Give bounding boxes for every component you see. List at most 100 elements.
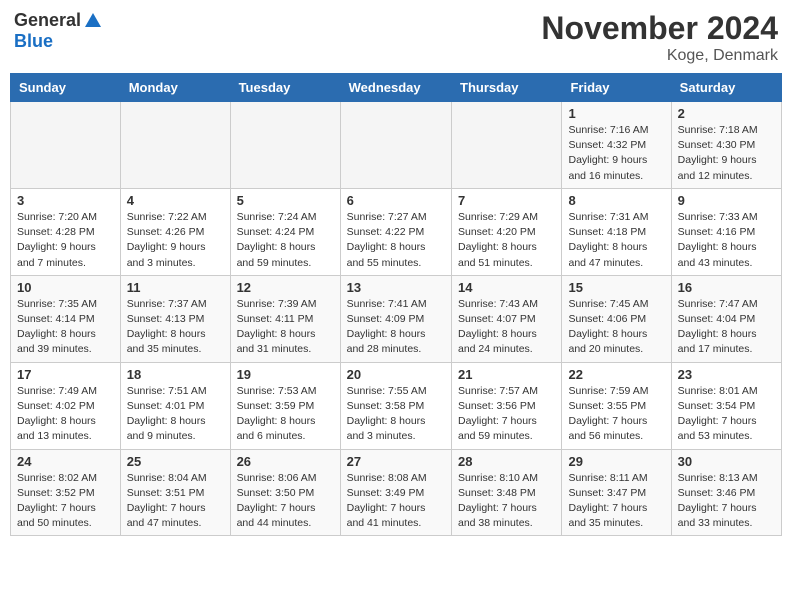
day-number: 7 <box>458 193 555 208</box>
day-info: Sunrise: 7:20 AMSunset: 4:28 PMDaylight:… <box>17 210 114 271</box>
logo-icon <box>83 11 103 31</box>
day-number: 29 <box>568 454 664 469</box>
day-number: 15 <box>568 280 664 295</box>
calendar-week-row: 17 Sunrise: 7:49 AMSunset: 4:02 PMDayligh… <box>11 362 782 449</box>
calendar-day-cell: 14 Sunrise: 7:43 AMSunset: 4:07 PMDayligh… <box>452 275 562 362</box>
calendar-day-cell: 6 Sunrise: 7:27 AMSunset: 4:22 PMDaylight… <box>340 188 451 275</box>
day-info: Sunrise: 7:16 AMSunset: 4:32 PMDaylight:… <box>568 123 664 184</box>
day-info: Sunrise: 8:11 AMSunset: 3:47 PMDaylight:… <box>568 471 664 532</box>
calendar-day-cell: 8 Sunrise: 7:31 AMSunset: 4:18 PMDaylight… <box>562 188 671 275</box>
logo-blue-text: Blue <box>14 31 53 52</box>
day-info: Sunrise: 7:43 AMSunset: 4:07 PMDaylight:… <box>458 297 555 358</box>
day-number: 17 <box>17 367 114 382</box>
day-info: Sunrise: 7:33 AMSunset: 4:16 PMDaylight:… <box>678 210 775 271</box>
day-info: Sunrise: 7:29 AMSunset: 4:20 PMDaylight:… <box>458 210 555 271</box>
day-info: Sunrise: 7:55 AMSunset: 3:58 PMDaylight:… <box>347 384 445 445</box>
day-info: Sunrise: 7:31 AMSunset: 4:18 PMDaylight:… <box>568 210 664 271</box>
calendar-day-cell: 4 Sunrise: 7:22 AMSunset: 4:26 PMDaylight… <box>120 188 230 275</box>
day-info: Sunrise: 8:08 AMSunset: 3:49 PMDaylight:… <box>347 471 445 532</box>
day-info: Sunrise: 8:02 AMSunset: 3:52 PMDaylight:… <box>17 471 114 532</box>
day-info: Sunrise: 7:22 AMSunset: 4:26 PMDaylight:… <box>127 210 224 271</box>
day-number: 5 <box>237 193 334 208</box>
calendar-day-cell: 20 Sunrise: 7:55 AMSunset: 3:58 PMDayligh… <box>340 362 451 449</box>
day-of-week-header: Friday <box>562 74 671 102</box>
calendar-day-cell: 3 Sunrise: 7:20 AMSunset: 4:28 PMDaylight… <box>11 188 121 275</box>
day-info: Sunrise: 7:57 AMSunset: 3:56 PMDaylight:… <box>458 384 555 445</box>
day-number: 21 <box>458 367 555 382</box>
calendar-day-cell: 2Sunrise: 7:18 AMSunset: 4:30 PMDaylight… <box>671 102 781 189</box>
header: General Blue November 2024 Koge, Denmark <box>10 10 782 65</box>
calendar-day-cell: 29 Sunrise: 8:11 AMSunset: 3:47 PMDayligh… <box>562 449 671 536</box>
calendar-day-cell: 23 Sunrise: 8:01 AMSunset: 3:54 PMDayligh… <box>671 362 781 449</box>
day-number: 30 <box>678 454 775 469</box>
day-info: Sunrise: 7:49 AMSunset: 4:02 PMDaylight:… <box>17 384 114 445</box>
day-number: 14 <box>458 280 555 295</box>
day-info: Sunrise: 8:13 AMSunset: 3:46 PMDaylight:… <box>678 471 775 532</box>
day-of-week-header: Tuesday <box>230 74 340 102</box>
calendar-day-cell: 11 Sunrise: 7:37 AMSunset: 4:13 PMDayligh… <box>120 275 230 362</box>
calendar-day-cell: 17 Sunrise: 7:49 AMSunset: 4:02 PMDayligh… <box>11 362 121 449</box>
day-number: 28 <box>458 454 555 469</box>
day-info: Sunrise: 7:24 AMSunset: 4:24 PMDaylight:… <box>237 210 334 271</box>
calendar-day-cell: 26Sunrise: 8:06 AMSunset: 3:50 PMDayligh… <box>230 449 340 536</box>
day-info: Sunrise: 7:37 AMSunset: 4:13 PMDaylight:… <box>127 297 224 358</box>
day-number: 10 <box>17 280 114 295</box>
day-number: 4 <box>127 193 224 208</box>
day-number: 2 <box>678 106 775 121</box>
day-number: 20 <box>347 367 445 382</box>
day-info: Sunrise: 8:01 AMSunset: 3:54 PMDaylight:… <box>678 384 775 445</box>
calendar-week-row: 1Sunrise: 7:16 AMSunset: 4:32 PMDaylight… <box>11 102 782 189</box>
calendar-day-cell: 7 Sunrise: 7:29 AMSunset: 4:20 PMDaylight… <box>452 188 562 275</box>
day-of-week-header: Monday <box>120 74 230 102</box>
day-info: Sunrise: 8:10 AMSunset: 3:48 PMDaylight:… <box>458 471 555 532</box>
day-number: 6 <box>347 193 445 208</box>
day-number: 11 <box>127 280 224 295</box>
location-title: Koge, Denmark <box>541 47 778 65</box>
calendar-day-cell: 9Sunrise: 7:33 AMSunset: 4:16 PMDaylight… <box>671 188 781 275</box>
calendar-day-cell: 19 Sunrise: 7:53 AMSunset: 3:59 PMDayligh… <box>230 362 340 449</box>
day-number: 25 <box>127 454 224 469</box>
day-number: 23 <box>678 367 775 382</box>
day-number: 8 <box>568 193 664 208</box>
calendar-day-cell: 24 Sunrise: 8:02 AMSunset: 3:52 PMDayligh… <box>11 449 121 536</box>
day-info: Sunrise: 7:51 AMSunset: 4:01 PMDaylight:… <box>127 384 224 445</box>
day-of-week-header: Thursday <box>452 74 562 102</box>
day-of-week-header: Wednesday <box>340 74 451 102</box>
calendar-day-cell: 21 Sunrise: 7:57 AMSunset: 3:56 PMDayligh… <box>452 362 562 449</box>
day-of-week-header: Saturday <box>671 74 781 102</box>
day-info: Sunrise: 7:27 AMSunset: 4:22 PMDaylight:… <box>347 210 445 271</box>
calendar-day-cell: 1Sunrise: 7:16 AMSunset: 4:32 PMDaylight… <box>562 102 671 189</box>
calendar-table: SundayMondayTuesdayWednesdayThursdayFrid… <box>10 73 782 536</box>
calendar-day-cell: 10 Sunrise: 7:35 AMSunset: 4:14 PMDayligh… <box>11 275 121 362</box>
day-info: Sunrise: 7:35 AMSunset: 4:14 PMDaylight:… <box>17 297 114 358</box>
calendar-week-row: 3 Sunrise: 7:20 AMSunset: 4:28 PMDaylight… <box>11 188 782 275</box>
day-info: Sunrise: 7:53 AMSunset: 3:59 PMDaylight:… <box>237 384 334 445</box>
logo-general-text: General <box>14 10 81 31</box>
calendar-day-cell <box>340 102 451 189</box>
day-info: Sunrise: 8:04 AMSunset: 3:51 PMDaylight:… <box>127 471 224 532</box>
day-number: 24 <box>17 454 114 469</box>
calendar-week-row: 24 Sunrise: 8:02 AMSunset: 3:52 PMDayligh… <box>11 449 782 536</box>
month-title: November 2024 <box>541 10 778 47</box>
calendar-day-cell: 22Sunrise: 7:59 AMSunset: 3:55 PMDayligh… <box>562 362 671 449</box>
day-number: 19 <box>237 367 334 382</box>
calendar-day-cell: 30 Sunrise: 8:13 AMSunset: 3:46 PMDayligh… <box>671 449 781 536</box>
day-info: Sunrise: 7:41 AMSunset: 4:09 PMDaylight:… <box>347 297 445 358</box>
day-info: Sunrise: 7:59 AMSunset: 3:55 PMDaylight:… <box>568 384 664 445</box>
calendar-week-row: 10 Sunrise: 7:35 AMSunset: 4:14 PMDayligh… <box>11 275 782 362</box>
calendar-day-cell: 18 Sunrise: 7:51 AMSunset: 4:01 PMDayligh… <box>120 362 230 449</box>
day-info: Sunrise: 8:06 AMSunset: 3:50 PMDaylight:… <box>237 471 334 532</box>
calendar-day-cell <box>120 102 230 189</box>
title-area: November 2024 Koge, Denmark <box>541 10 778 65</box>
day-number: 16 <box>678 280 775 295</box>
day-number: 12 <box>237 280 334 295</box>
logo: General Blue <box>14 10 103 52</box>
calendar-day-cell: 15 Sunrise: 7:45 AMSunset: 4:06 PMDayligh… <box>562 275 671 362</box>
day-number: 18 <box>127 367 224 382</box>
calendar-day-cell: 13 Sunrise: 7:41 AMSunset: 4:09 PMDayligh… <box>340 275 451 362</box>
day-number: 3 <box>17 193 114 208</box>
calendar-day-cell: 5 Sunrise: 7:24 AMSunset: 4:24 PMDaylight… <box>230 188 340 275</box>
day-number: 13 <box>347 280 445 295</box>
day-info: Sunrise: 7:45 AMSunset: 4:06 PMDaylight:… <box>568 297 664 358</box>
calendar-day-cell: 16Sunrise: 7:47 AMSunset: 4:04 PMDayligh… <box>671 275 781 362</box>
